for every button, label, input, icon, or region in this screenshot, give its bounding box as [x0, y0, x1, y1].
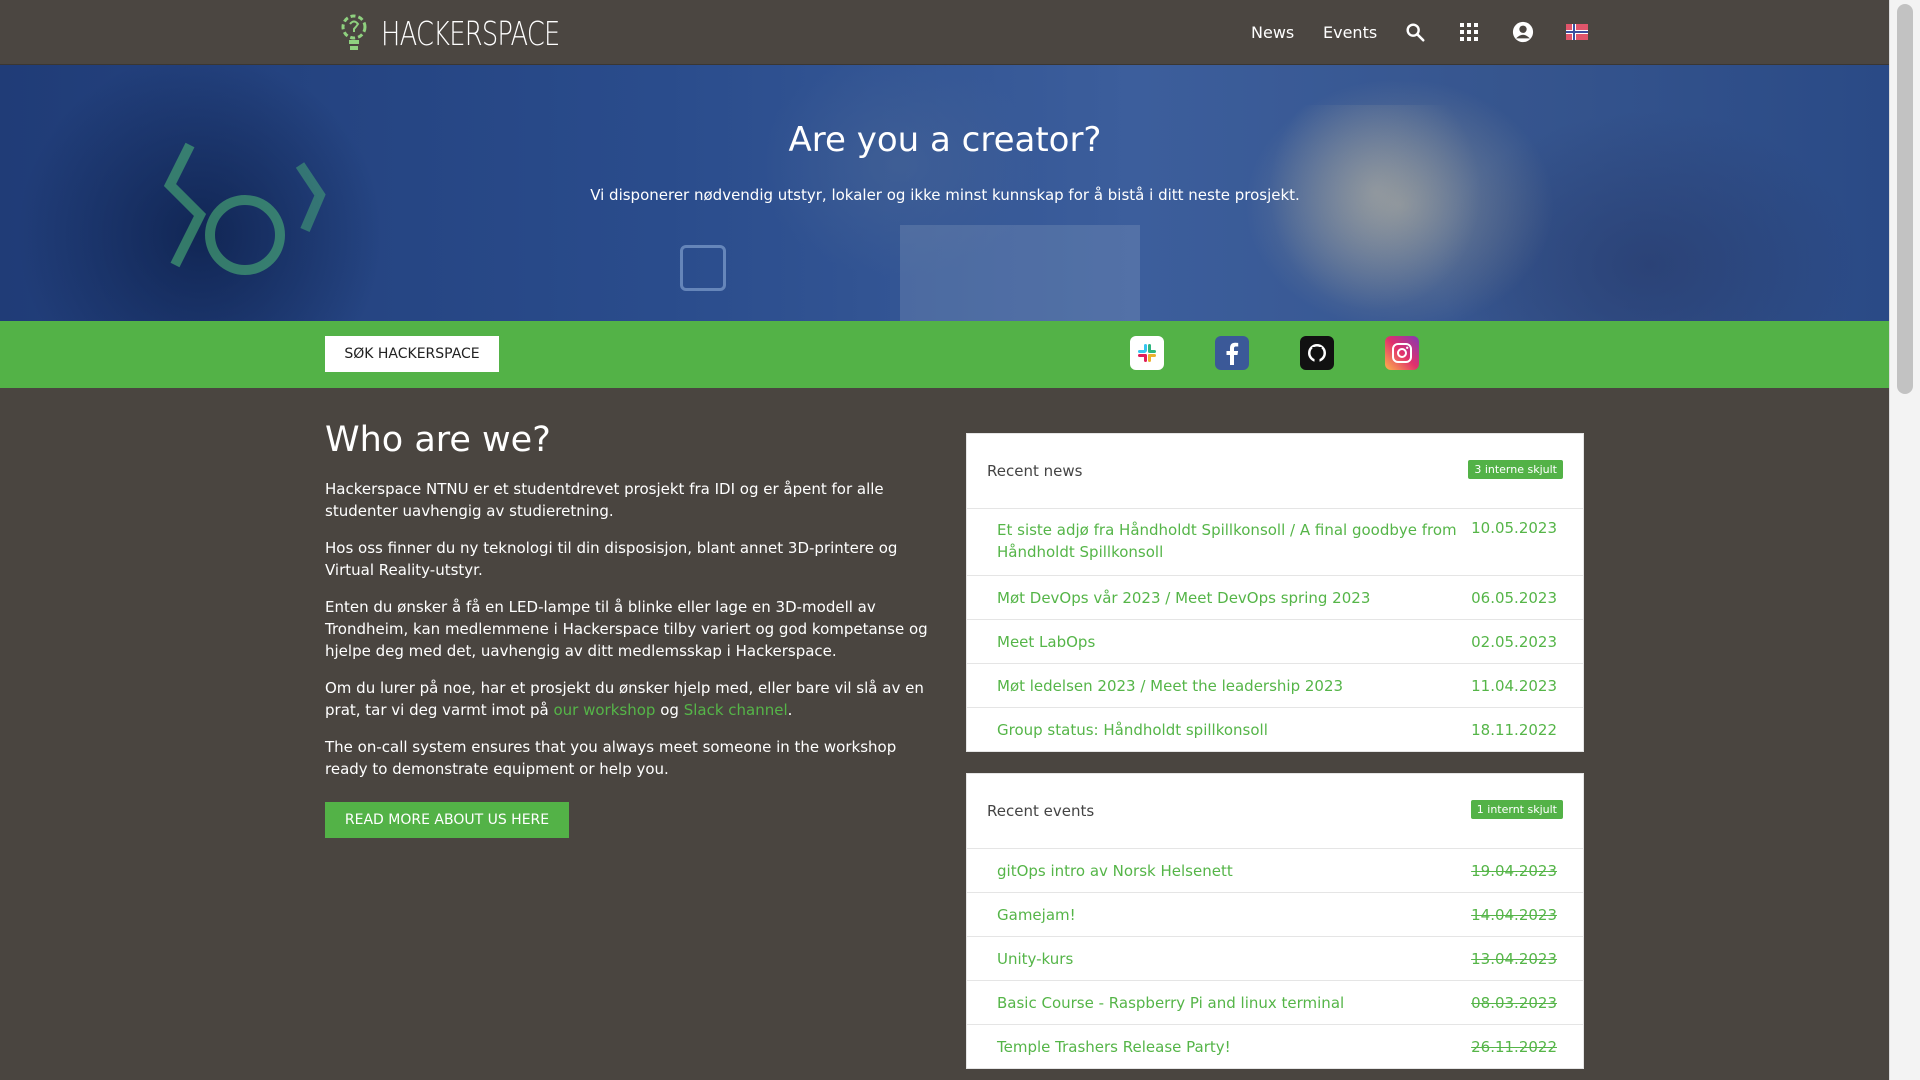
hero-title: Are you a creator? — [788, 120, 1102, 160]
event-item[interactable]: Temple Trashers Release Party! 26.11.202… — [967, 1025, 1583, 1068]
about-text: og — [655, 701, 684, 719]
event-title[interactable]: Basic Course - Raspberry Pi and linux te… — [997, 992, 1467, 1014]
search-icon[interactable] — [1401, 18, 1429, 46]
event-date: 08.03.2023 — [1471, 993, 1557, 1012]
event-date: 13.04.2023 — [1471, 949, 1557, 968]
about-paragraph: Hackerspace NTNU er et studentdrevet pro… — [325, 480, 884, 520]
card-header: Recent events 1 internt skjult — [967, 774, 1583, 849]
event-title[interactable]: Unity-kurs — [997, 948, 1467, 970]
workshop-link[interactable]: our workshop — [553, 701, 655, 719]
about-title: Who are we? — [325, 420, 551, 460]
news-date: 10.05.2023 — [1471, 519, 1557, 537]
top-navbar: HACKERSPACE News Events — [0, 0, 1890, 65]
event-date: 14.04.2023 — [1471, 905, 1557, 924]
news-item[interactable]: Et siste adjø fra Håndholdt Spillkonsoll… — [967, 509, 1583, 576]
account-icon[interactable] — [1509, 18, 1537, 46]
hero-subtitle: Vi disponerer nødvendig utstyr, lokaler … — [590, 186, 1300, 204]
news-item[interactable]: Møt DevOps vår 2023 / Meet DevOps spring… — [967, 576, 1583, 620]
recent-events-card: Recent events 1 internt skjult gitOps in… — [966, 773, 1584, 1069]
about-paragraph: Om du lurer på noe, har et prosjekt du ø… — [325, 677, 935, 721]
nav-events[interactable]: Events — [1323, 23, 1377, 42]
event-item[interactable]: gitOps intro av Norsk Helsenett 19.04.20… — [967, 849, 1583, 893]
hidden-count-badge: 1 internt skjult — [1470, 800, 1563, 819]
nav-news[interactable]: News — [1251, 23, 1294, 42]
slack-icon[interactable] — [1130, 336, 1164, 370]
hero-decoration — [900, 225, 1140, 321]
news-title[interactable]: Møt ledelsen 2023 / Meet the leadership … — [997, 675, 1467, 697]
norwegian-flag-icon[interactable] — [1563, 18, 1591, 46]
event-item[interactable]: Gamejam! 14.04.2023 — [967, 893, 1583, 937]
about-paragraph: Hos oss finner du ny teknologi til din d… — [325, 539, 898, 579]
hero-banner: Are you a creator? Vi disponerer nødvend… — [0, 65, 1890, 321]
logo-text: HACKERSPACE — [381, 13, 560, 53]
about-section: Who are we? Hackerspace NTNU er et stude… — [325, 420, 935, 838]
page: HACKERSPACE News Events Are you a creato… — [0, 0, 1890, 1080]
lightbulb-gear-icon — [341, 14, 367, 50]
recent-news-card: Recent news 3 interne skjult Et siste ad… — [966, 433, 1584, 752]
news-date: 18.11.2022 — [1471, 720, 1557, 739]
card-title: Recent news — [987, 462, 1083, 480]
news-item[interactable]: Møt ledelsen 2023 / Meet the leadership … — [967, 664, 1583, 708]
event-item[interactable]: Unity-kurs 13.04.2023 — [967, 937, 1583, 981]
news-title[interactable]: Meet LabOps — [997, 631, 1467, 653]
hidden-count-badge: 3 interne skjult — [1468, 460, 1563, 479]
read-more-button[interactable]: READ MORE ABOUT US HERE — [325, 802, 569, 838]
card-header: Recent news 3 interne skjult — [967, 434, 1583, 509]
news-title[interactable]: Et siste adjø fra Håndholdt Spillkonsoll… — [997, 519, 1467, 563]
card-title: Recent events — [987, 802, 1095, 820]
action-bar: SØK HACKERSPACE — [0, 321, 1890, 388]
apps-grid-icon[interactable] — [1455, 18, 1483, 46]
hackerspace-logo[interactable]: HACKERSPACE — [337, 10, 610, 56]
news-title[interactable]: Møt DevOps vår 2023 / Meet DevOps spring… — [997, 587, 1467, 609]
github-icon[interactable] — [1300, 336, 1334, 370]
scrollbar-thumb[interactable] — [1897, 4, 1913, 394]
about-text: . — [787, 701, 793, 719]
news-item[interactable]: Meet LabOps 02.05.2023 — [967, 620, 1583, 664]
news-title[interactable]: Group status: Håndholdt spillkonsoll — [997, 719, 1467, 741]
page-scrollbar[interactable] — [1889, 0, 1920, 1080]
instagram-icon[interactable] — [1385, 336, 1419, 370]
search-hackerspace-button[interactable]: SØK HACKERSPACE — [325, 336, 499, 372]
event-title[interactable]: Gamejam! — [997, 904, 1467, 926]
hero-decoration — [680, 245, 726, 291]
slack-channel-link[interactable]: Slack channel — [684, 701, 788, 719]
facebook-icon[interactable] — [1215, 336, 1249, 370]
event-date: 19.04.2023 — [1471, 861, 1557, 880]
news-date: 02.05.2023 — [1471, 632, 1557, 651]
event-date: 26.11.2022 — [1471, 1037, 1557, 1056]
news-date: 11.04.2023 — [1471, 676, 1557, 695]
news-date: 06.05.2023 — [1471, 588, 1557, 607]
news-item[interactable]: Group status: Håndholdt spillkonsoll 18.… — [967, 708, 1583, 751]
event-item[interactable]: Basic Course - Raspberry Pi and linux te… — [967, 981, 1583, 1025]
about-paragraph: The on-call system ensures that you alwa… — [325, 738, 897, 778]
event-title[interactable]: gitOps intro av Norsk Helsenett — [997, 860, 1467, 882]
event-title[interactable]: Temple Trashers Release Party! — [997, 1036, 1467, 1058]
about-paragraph: Enten du ønsker å få en LED-lampe til å … — [325, 598, 928, 660]
